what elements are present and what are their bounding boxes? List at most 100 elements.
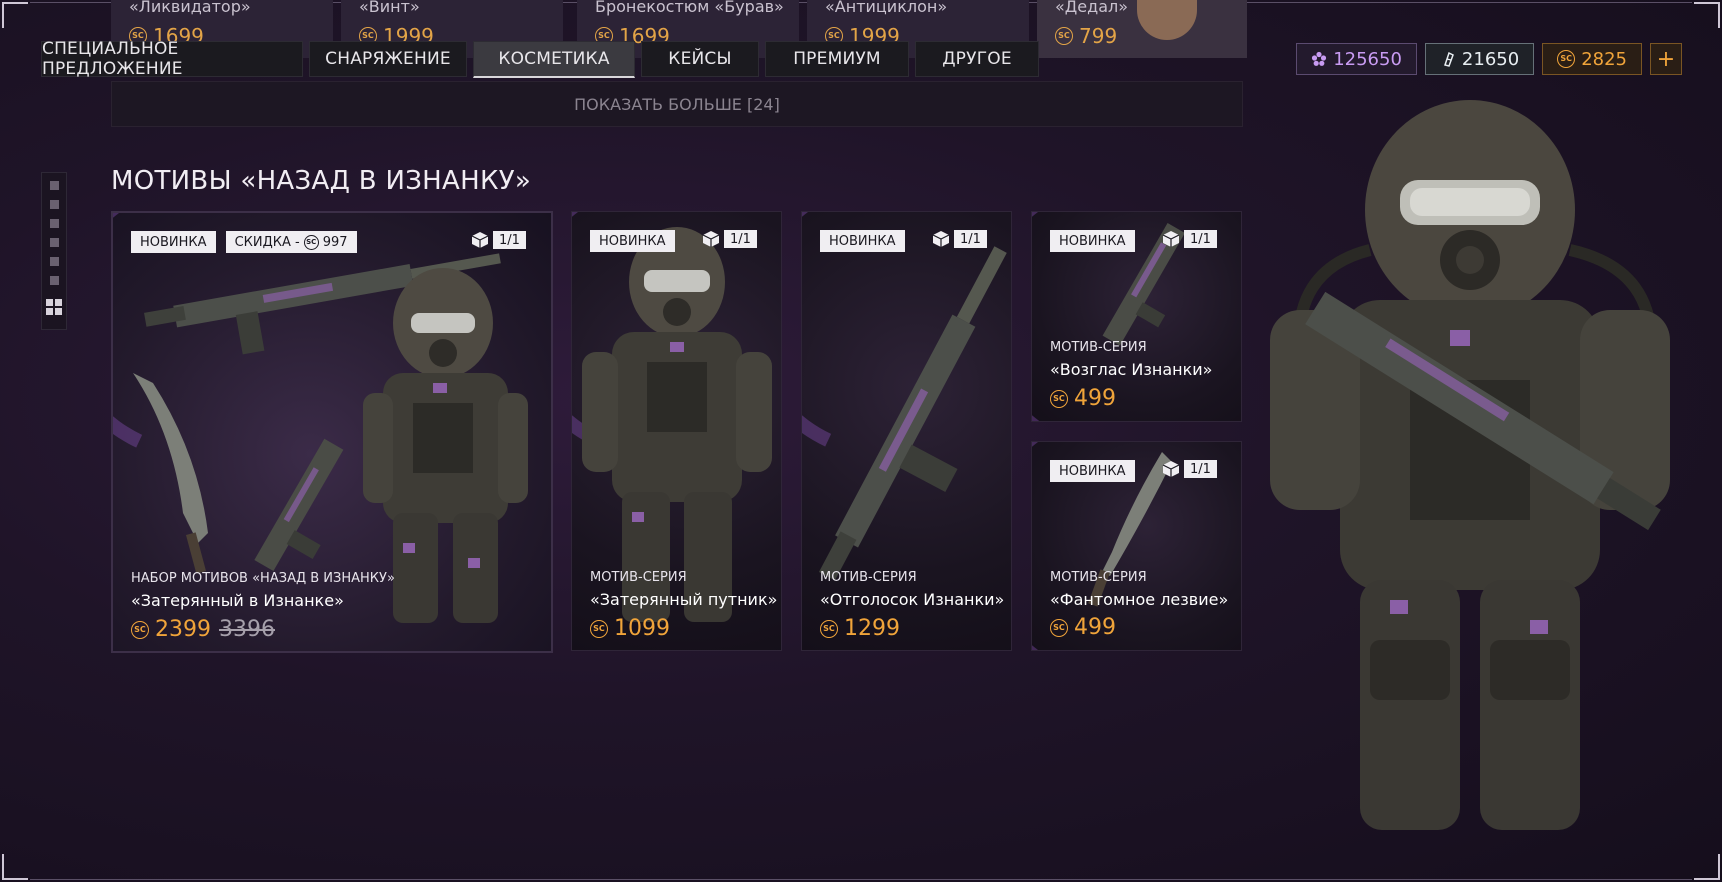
sc-coin-icon: SC xyxy=(131,620,149,639)
section-title: МОТИВЫ «НАЗАД В ИЗНАНКУ» xyxy=(111,166,532,196)
box-icon xyxy=(1162,231,1180,247)
gold-currency-value: 2825 xyxy=(1581,48,1627,70)
sc-coin-icon: SC xyxy=(1050,618,1068,637)
discount-badge: СКИДКА - SC 997 xyxy=(225,231,357,253)
pager-dot[interactable] xyxy=(49,238,59,247)
tab-equipment[interactable]: СНАРЯЖЕНИЕ xyxy=(309,41,467,77)
sc-coin-icon: SC xyxy=(590,619,608,638)
sc-coin-icon: SC xyxy=(303,234,319,250)
traveler-card[interactable]: НОВИНКА 1/1 МОТИВ-СЕРИЯ «Затерянный путн… xyxy=(571,211,782,651)
blade-badges: НОВИНКА xyxy=(1050,460,1135,482)
frame-corner xyxy=(2,2,28,28)
prev-item-price: SC 799 xyxy=(1055,24,1117,48)
frame-border xyxy=(30,879,1692,880)
grid-view-icon[interactable] xyxy=(46,299,62,315)
box-icon xyxy=(1162,461,1180,477)
bundle-card[interactable]: НОВИНКА СКИДКА - SC 997 1/1 НАБОР МОТИВО… xyxy=(111,211,553,653)
limit-value: 1/1 xyxy=(954,230,987,248)
tab-special-offer[interactable]: СПЕЦИАЛЬНОЕ ПРЕДЛОЖЕНИЕ xyxy=(41,39,303,79)
new-badge: НОВИНКА xyxy=(1050,230,1135,252)
prev-item-name: «Ликвидатор» xyxy=(129,0,251,16)
tab-cases[interactable]: КЕЙСЫ xyxy=(641,41,759,77)
card-name: «Отголосок Изнанки» xyxy=(820,590,1005,609)
echo-badges: НОВИНКА xyxy=(820,230,905,252)
crystal-currency-value: 21650 xyxy=(1461,48,1520,70)
purchase-limit: 1/1 xyxy=(1162,460,1217,478)
card-name: «Возглас Изнанки» xyxy=(1050,360,1213,379)
frame-corner xyxy=(1694,854,1720,880)
purchase-limit: 1/1 xyxy=(471,231,526,249)
limit-value: 1/1 xyxy=(724,230,757,248)
card-type: МОТИВ-СЕРИЯ xyxy=(590,570,687,585)
purchase-limit: 1/1 xyxy=(1162,230,1217,248)
box-icon xyxy=(702,231,720,247)
prev-item-name: «Винт» xyxy=(359,0,420,16)
card-name: «Затерянный в Изнанке» xyxy=(131,591,344,610)
card-price: SC 2399 3396 xyxy=(131,617,275,642)
card-price: SC 499 xyxy=(1050,386,1116,411)
card-type: МОТИВ-СЕРИЯ xyxy=(1050,570,1147,585)
prev-item-name: «Антициклон» xyxy=(825,0,948,16)
price-value: 2399 xyxy=(155,617,211,642)
sc-coin-icon: SC xyxy=(1557,50,1576,68)
pager-dot[interactable] xyxy=(49,257,59,266)
new-badge: НОВИНКА xyxy=(131,231,216,253)
price-value: 499 xyxy=(1074,386,1116,411)
card-name: «Затерянный путник» xyxy=(590,590,778,609)
crystal-currency[interactable]: 21650 xyxy=(1424,43,1535,75)
card-price: SC 1099 xyxy=(590,616,670,641)
limit-value: 1/1 xyxy=(1184,230,1217,248)
gold-currency[interactable]: SC 2825 xyxy=(1542,43,1642,75)
purchase-limit: 1/1 xyxy=(702,230,757,248)
tab-premium[interactable]: ПРЕМИУМ xyxy=(765,41,909,77)
frame-corner xyxy=(2,854,28,880)
sc-coin-icon: SC xyxy=(820,619,838,638)
price-value: 499 xyxy=(1074,615,1116,640)
add-currency-button[interactable]: + xyxy=(1650,43,1682,75)
card-price: SC 1299 xyxy=(820,616,900,641)
pager-dot[interactable] xyxy=(49,276,59,285)
new-badge: НОВИНКА xyxy=(590,230,675,252)
pager-dot[interactable] xyxy=(49,200,59,209)
prev-item-name: Бронекостюм «Бурав» xyxy=(595,0,784,16)
echo-card[interactable]: НОВИНКА 1/1 МОТИВ-СЕРИЯ «Отголосок Изнан… xyxy=(801,211,1012,651)
new-badge: НОВИНКА xyxy=(1050,460,1135,482)
pager-dot[interactable] xyxy=(49,219,59,228)
price-value: 1099 xyxy=(614,616,670,641)
price-value: 1299 xyxy=(844,616,900,641)
bundle-badges: НОВИНКА СКИДКА - SC 997 xyxy=(131,231,357,253)
cry-badges: НОВИНКА xyxy=(1050,230,1135,252)
frame-corner xyxy=(1694,2,1720,28)
prev-item-name: «Дедал» xyxy=(1055,0,1129,16)
tab-other[interactable]: ДРУГОЕ xyxy=(915,41,1039,77)
character-preview[interactable] xyxy=(1250,100,1690,840)
cry-card[interactable]: НОВИНКА 1/1 МОТИВ-СЕРИЯ «Возглас Изнанки… xyxy=(1031,211,1242,422)
limit-value: 1/1 xyxy=(493,231,526,249)
show-more-button[interactable]: ПОКАЗАТЬ БОЛЬШЕ [24] xyxy=(111,81,1243,127)
card-name: «Фантомное лезвие» xyxy=(1050,590,1229,609)
box-icon xyxy=(932,231,950,247)
card-type: НАБОР МОТИВОВ «НАЗАД В ИЗНАНКУ» xyxy=(131,571,395,586)
blade-card[interactable]: НОВИНКА 1/1 МОТИВ-СЕРИЯ «Фантомное лезви… xyxy=(1031,441,1242,651)
purchase-limit: 1/1 xyxy=(932,230,987,248)
section-pager xyxy=(41,172,67,330)
prev-item-card[interactable]: «Дедал» SC 799 xyxy=(1037,0,1247,58)
traveler-badges: НОВИНКА xyxy=(590,230,675,252)
pager-dot[interactable] xyxy=(49,181,59,190)
sc-coin-icon: SC xyxy=(1050,389,1068,408)
tab-cosmetics[interactable]: КОСМЕТИКА xyxy=(473,41,635,78)
crystal-currency-icon xyxy=(1443,51,1454,67)
card-price: SC 499 xyxy=(1050,615,1116,640)
box-icon xyxy=(471,232,489,248)
character-portrait xyxy=(1137,0,1197,40)
old-price: 3396 xyxy=(219,617,275,642)
sc-coin-icon: SC xyxy=(1055,27,1073,45)
currency-bar: 125650 21650 SC 2825 + xyxy=(1296,43,1682,75)
purple-currency-value: 125650 xyxy=(1333,48,1402,70)
card-type: МОТИВ-СЕРИЯ xyxy=(1050,340,1147,355)
limit-value: 1/1 xyxy=(1184,460,1217,478)
flower-currency-icon xyxy=(1312,51,1327,66)
purple-currency[interactable]: 125650 xyxy=(1296,43,1417,75)
new-badge: НОВИНКА xyxy=(820,230,905,252)
category-tabs: СПЕЦИАЛЬНОЕ ПРЕДЛОЖЕНИЕ СНАРЯЖЕНИЕ КОСМЕ… xyxy=(41,39,1039,79)
